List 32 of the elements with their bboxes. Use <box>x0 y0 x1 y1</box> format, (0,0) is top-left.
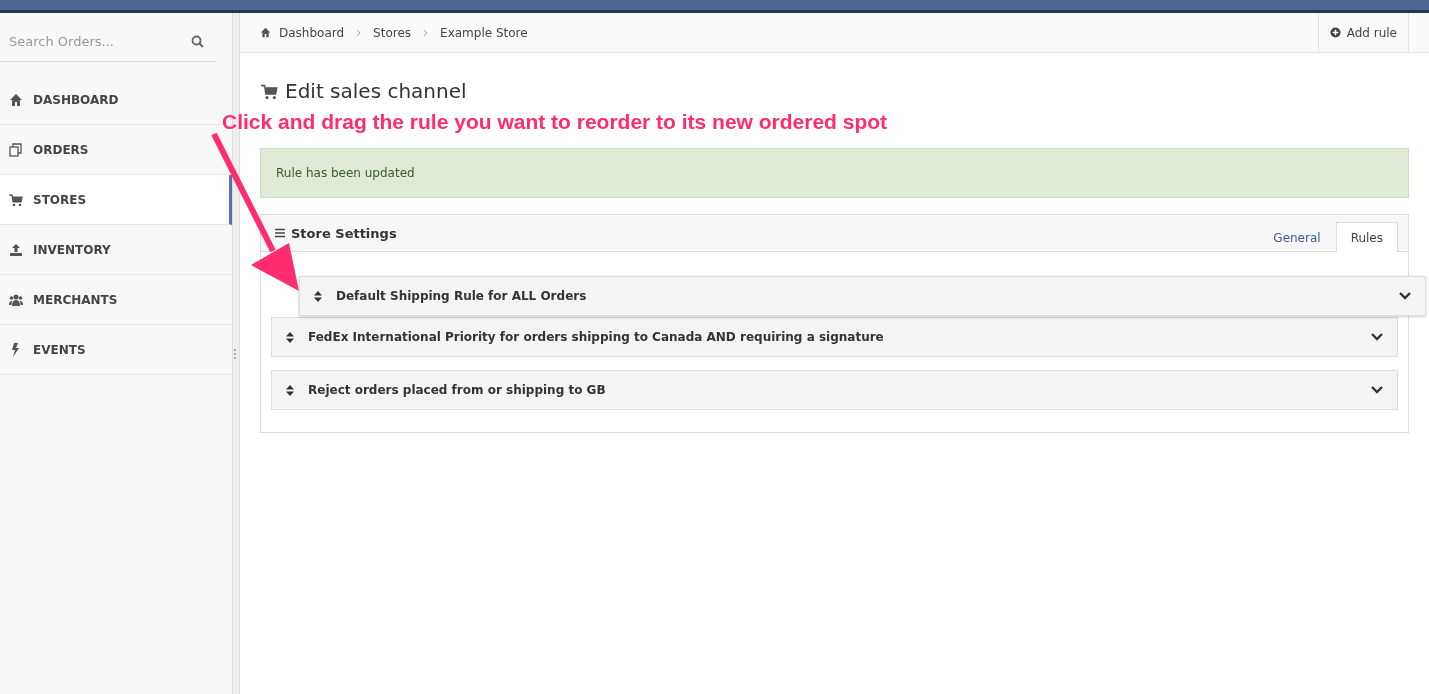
breadcrumb-link[interactable]: Example Store <box>440 25 528 40</box>
success-alert: Rule has been updated <box>260 148 1409 198</box>
breadcrumb-link[interactable]: Stores <box>373 25 412 40</box>
upload-icon <box>9 242 23 257</box>
cart-icon <box>9 192 23 207</box>
breadcrumb-link[interactable]: Dashboard <box>279 25 345 40</box>
chevron-right-icon <box>423 28 429 37</box>
copy-icon <box>9 142 23 157</box>
chevron-right-icon <box>356 28 362 37</box>
plus-circle-icon <box>1329 27 1341 38</box>
dragged-rule-row[interactable]: Default Shipping Rule for ALL Orders <box>299 276 1426 316</box>
chevron-down-icon <box>1371 333 1383 341</box>
chevron-down-icon <box>1371 386 1383 394</box>
chevron-down-icon <box>1399 292 1411 300</box>
rule-row[interactable]: Reject orders placed from or shipping to GB <box>271 370 1398 410</box>
sort-icon <box>286 331 294 343</box>
search-field[interactable]: Search Orders... <box>0 32 191 50</box>
home-icon <box>260 27 271 38</box>
list-icon <box>275 228 285 238</box>
panel-title: Store Settings <box>291 225 397 241</box>
home-icon <box>9 92 23 107</box>
sort-icon <box>314 290 322 302</box>
add-rule-button[interactable]: Add rule <box>1317 13 1409 52</box>
cart-icon <box>260 82 279 100</box>
tab[interactable]: Rules <box>1335 222 1398 252</box>
sidebar-item[interactable]: STORES <box>0 175 232 225</box>
users-icon <box>9 292 23 307</box>
page-title: Edit sales channel <box>285 79 467 103</box>
sort-icon <box>286 384 294 396</box>
tab[interactable]: General <box>1258 222 1336 252</box>
search-icon <box>191 34 204 48</box>
rule-row[interactable]: FedEx International Priority for orders shipping to Canada AND requiring a signature <box>271 317 1398 357</box>
